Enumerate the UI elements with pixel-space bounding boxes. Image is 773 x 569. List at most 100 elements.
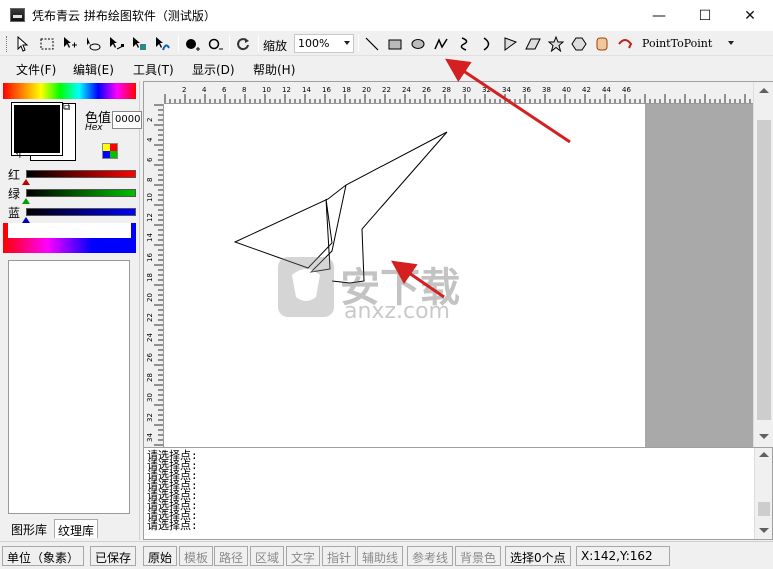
direct-select-icon[interactable] <box>152 34 172 53</box>
console-scrollbar-thumb[interactable] <box>758 502 770 516</box>
toggle-text[interactable]: 文字 <box>286 546 321 566</box>
polyline-shape-tail[interactable] <box>331 131 448 284</box>
lasso-select-icon[interactable] <box>83 34 103 53</box>
ruler-label: 28 <box>146 373 154 382</box>
ruler-label: 28 <box>442 86 451 94</box>
ruler-label: 10 <box>262 86 271 94</box>
green-slider-handle[interactable] <box>22 198 30 204</box>
zoom-select[interactable]: 100% <box>294 34 354 53</box>
curve-tool-icon[interactable] <box>454 34 474 53</box>
select-arrow-icon[interactable] <box>12 34 32 53</box>
line-tool-icon[interactable] <box>362 34 382 53</box>
offpage-area <box>645 104 753 447</box>
green-channel-slider[interactable] <box>26 189 136 197</box>
hollow-circle-icon[interactable] <box>205 34 225 53</box>
palette-icon[interactable] <box>102 143 118 159</box>
ruler-label: 10 <box>146 193 154 202</box>
minimize-button[interactable]: — <box>636 0 682 31</box>
ruler-label: 22 <box>146 313 154 322</box>
ruler-label: 6 <box>146 157 154 162</box>
node-select-icon[interactable] <box>60 34 80 53</box>
hue-strip[interactable] <box>3 223 136 253</box>
console-output: 请选择点: 请选择点: 请选择点: 请选择点: 请选择点: 请选择点: 请选择点… <box>147 450 198 531</box>
toggle-region[interactable]: 区域 <box>250 546 285 566</box>
drawing-shape[interactable] <box>164 104 645 447</box>
color-spectrum-picker[interactable] <box>3 83 136 99</box>
fill-circle-icon[interactable] <box>182 34 202 53</box>
status-selection: 选择0个点 <box>505 546 571 566</box>
transform-icon[interactable] <box>129 34 149 53</box>
close-button[interactable]: ✕ <box>727 0 773 31</box>
green-channel-label: 绿 <box>8 187 21 201</box>
scrollbar-thumb[interactable] <box>757 120 771 420</box>
blue-channel-slider[interactable] <box>26 208 136 216</box>
ruler-label: 14 <box>302 86 311 94</box>
refresh-icon[interactable] <box>233 34 253 53</box>
scroll-up-icon[interactable] <box>759 452 769 457</box>
command-console[interactable]: 请选择点: 请选择点: 请选择点: 请选择点: 请选择点: 请选择点: 请选择点… <box>143 447 773 540</box>
drawing-canvas[interactable] <box>164 104 645 447</box>
parallelogram-icon[interactable] <box>523 34 543 53</box>
menu-help[interactable]: 帮助(H) <box>253 61 295 78</box>
toolbar-grip[interactable] <box>6 36 9 52</box>
foreground-color-swatch[interactable] <box>11 102 63 156</box>
ruler-label: 38 <box>542 86 551 94</box>
tab-shape-library[interactable]: 图形库 <box>8 519 50 538</box>
vertical-scrollbar[interactable] <box>753 82 773 447</box>
maximize-button[interactable]: ☐ <box>682 0 728 31</box>
menu-edit[interactable]: 编辑(E) <box>73 61 114 78</box>
red-channel-label: 红 <box>8 168 21 182</box>
tab-texture-library[interactable]: 纹理库 <box>54 519 99 538</box>
toggle-template[interactable]: 模板 <box>179 546 214 566</box>
scroll-down-icon[interactable] <box>759 434 769 439</box>
library-list[interactable] <box>8 260 130 514</box>
chevron-down-icon <box>344 41 350 45</box>
ruler-label: 44 <box>602 86 611 94</box>
ellipse-tool-icon[interactable] <box>408 34 428 53</box>
menu-file[interactable]: 文件(F) <box>16 61 56 78</box>
menu-tools[interactable]: 工具(T) <box>133 61 174 78</box>
rounded-rect-icon[interactable] <box>592 34 612 53</box>
window-title: 凭布青云 拼布绘图软件（测试版） <box>32 9 216 23</box>
rectangle-tool-icon[interactable] <box>385 34 405 53</box>
hex-label: Hex <box>85 123 103 133</box>
toolbar-separator <box>178 35 179 52</box>
toggle-background-color[interactable]: 背景色 <box>455 546 502 566</box>
draw-mode-select[interactable]: PointToPoint <box>638 34 738 53</box>
toolbar: 缩放 100% PointToPoint <box>0 31 773 56</box>
ruler-corner <box>144 82 164 104</box>
red-channel-slider[interactable] <box>26 170 136 178</box>
ruler-label: 2 <box>146 118 154 122</box>
zoom-value: 100% <box>298 37 330 50</box>
flag-shape-icon[interactable] <box>500 34 520 53</box>
menu-display[interactable]: 显示(D) <box>192 61 235 78</box>
scroll-up-icon[interactable] <box>759 88 769 93</box>
freehand-tool-icon[interactable] <box>615 34 635 53</box>
red-slider-handle[interactable] <box>22 179 30 185</box>
ruler-label: 32 <box>482 86 491 94</box>
title-bar: 凭布青云 拼布绘图软件（测试版） — ☐ ✕ <box>0 0 773 31</box>
ruler-label: 8 <box>146 178 154 182</box>
rect-select-icon[interactable] <box>37 34 57 53</box>
horizontal-ruler: 2 4 6 8 10 12 14 16 18 20 22 24 26 28 30 32 34 36 38 40 42 44… <box>164 82 753 104</box>
swap-colors-icon[interactable]: ⧉ <box>63 102 70 113</box>
ruler-label: 42 <box>582 86 591 94</box>
polyline-shape[interactable] <box>233 131 448 273</box>
star-tool-icon[interactable] <box>546 34 566 53</box>
ruler-label: 20 <box>362 86 371 94</box>
polyline-tool-icon[interactable] <box>431 34 451 53</box>
toggle-reference-line[interactable]: 参考线 <box>407 546 454 566</box>
node-edit-icon[interactable] <box>106 34 126 53</box>
toggle-pointer[interactable]: 指针 <box>322 546 357 566</box>
toggle-guide-line[interactable]: 辅助线 <box>357 546 404 566</box>
ruler-label: 34 <box>502 86 511 94</box>
canvas-area: 2 4 6 8 10 12 14 16 18 20 22 24 26 28 30 32 34 36 38 40 42 44… <box>143 81 773 447</box>
reset-colors-icon[interactable]: ↰ <box>14 150 22 161</box>
scroll-down-icon[interactable] <box>759 528 769 533</box>
toggle-path[interactable]: 路径 <box>214 546 249 566</box>
hexagon-tool-icon[interactable] <box>569 34 589 53</box>
console-scrollbar[interactable] <box>754 448 772 539</box>
toggle-original[interactable]: 原始 <box>143 546 178 566</box>
hex-input[interactable]: 000000 <box>112 111 142 129</box>
arc-tool-icon[interactable] <box>477 34 497 53</box>
